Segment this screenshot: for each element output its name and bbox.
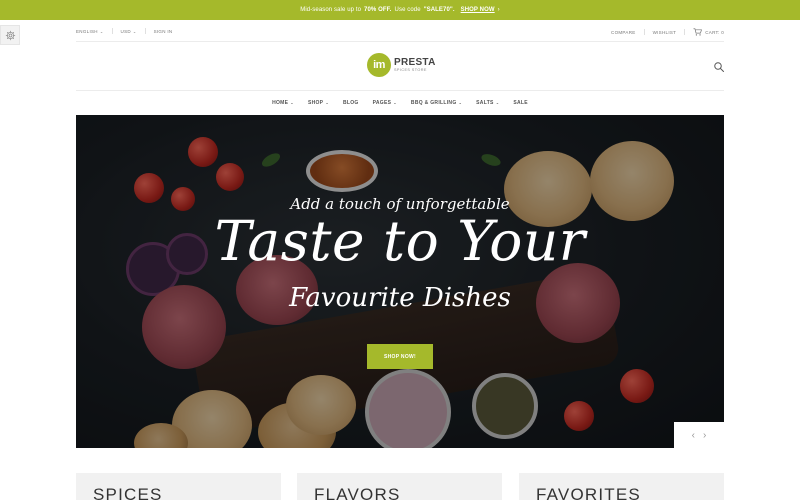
promo-bar: Mid-season sale up to 70% OFF. Use code … bbox=[0, 0, 800, 20]
chevron-down-icon: ⌄ bbox=[495, 100, 500, 105]
nav-item-blog[interactable]: BLOG bbox=[343, 100, 359, 106]
wishlist-link[interactable]: WISHLIST bbox=[653, 30, 677, 35]
gear-icon bbox=[5, 30, 15, 40]
top-utility-bar: ENGLISH ⌄ USD ⌄ SIGN IN COMPARE WISHLIST C… bbox=[76, 20, 724, 42]
logo-tagline: SPICES STORE bbox=[394, 67, 427, 72]
promo-code: "SALE70". bbox=[423, 7, 455, 13]
divider bbox=[144, 28, 146, 34]
chevron-left-icon[interactable]: ‹ bbox=[692, 430, 695, 441]
nav-item-salts[interactable]: SALTS ⌄ bbox=[476, 100, 499, 106]
language-label: ENGLISH bbox=[76, 28, 98, 34]
sign-in-link[interactable]: SIGN IN bbox=[154, 29, 173, 34]
chevron-down-icon: ⌄ bbox=[99, 28, 104, 34]
main-nav: HOME ⌄ SHOP ⌄ BLOG PAGES ⌄ BBQ & GRILLING ⌄ … bbox=[76, 90, 724, 114]
language-selector[interactable]: ENGLISH ⌄ bbox=[76, 29, 104, 34]
hero-subtitle: Favourite Dishes bbox=[289, 283, 511, 313]
chevron-down-icon: ⌄ bbox=[290, 100, 294, 105]
site-logo[interactable]: im PRESTA SPICES STORE bbox=[367, 53, 436, 77]
currency-label: USD bbox=[120, 28, 131, 34]
currency-selector[interactable]: USD ⌄ bbox=[121, 29, 137, 34]
nav-item-pages[interactable]: PAGES ⌄ bbox=[373, 100, 397, 106]
divider bbox=[111, 28, 113, 34]
nav-item-sale[interactable]: SALE bbox=[513, 100, 528, 106]
nav-label: BBQ & GRILLING bbox=[410, 99, 457, 106]
nav-label: PAGES bbox=[372, 99, 392, 106]
chevron-down-icon: ⌄ bbox=[458, 100, 463, 105]
hero-slider: Add a touch of unforgettable Taste to Yo… bbox=[76, 115, 724, 448]
divider bbox=[643, 29, 645, 35]
promo-code-text: Use code bbox=[394, 7, 421, 13]
nav-label: SALE bbox=[513, 99, 528, 106]
category-card-flavors[interactable]: FLAVORS bbox=[297, 473, 502, 500]
hero-overlay bbox=[76, 115, 724, 448]
shop-now-button[interactable]: SHOP NOW! bbox=[367, 344, 433, 369]
chevron-down-icon: ⌄ bbox=[393, 100, 397, 105]
nav-item-bbq-grilling[interactable]: BBQ & GRILLING ⌄ bbox=[411, 100, 462, 106]
nav-item-home[interactable]: HOME ⌄ bbox=[272, 100, 294, 106]
promo-discount: 70% OFF. bbox=[364, 7, 392, 13]
promo-arrow: › bbox=[497, 7, 500, 13]
category-label: FAVORITES bbox=[536, 485, 641, 500]
nav-label: SALTS bbox=[476, 99, 494, 106]
category-label: FLAVORS bbox=[314, 485, 401, 500]
search-icon bbox=[714, 62, 724, 72]
cart-count: CART: 0 bbox=[705, 29, 724, 35]
nav-label: SHOP bbox=[307, 99, 324, 106]
promo-text: Mid-season sale up to bbox=[300, 7, 362, 13]
nav-label: BLOG bbox=[342, 99, 359, 106]
chevron-right-icon[interactable]: › bbox=[703, 430, 706, 441]
logo-name: PRESTA bbox=[394, 56, 436, 68]
compare-link[interactable]: COMPARE bbox=[611, 30, 636, 35]
promo-shop-now-link[interactable]: SHOP NOW bbox=[461, 7, 495, 13]
chevron-down-icon: ⌄ bbox=[325, 100, 329, 105]
cart-link[interactable]: CART: 0 bbox=[693, 28, 724, 36]
nav-item-shop[interactable]: SHOP ⌄ bbox=[308, 100, 329, 106]
logo-mark: im bbox=[367, 53, 391, 77]
hero-title: Taste to Your bbox=[214, 209, 586, 273]
category-card-spices[interactable]: SPICES bbox=[76, 473, 281, 500]
nav-label: HOME bbox=[272, 99, 289, 106]
slider-controls: ‹ › bbox=[674, 422, 724, 448]
settings-toggle[interactable] bbox=[0, 25, 20, 45]
divider bbox=[684, 29, 686, 35]
cart-icon bbox=[693, 28, 703, 36]
chevron-down-icon: ⌄ bbox=[132, 28, 137, 34]
category-card-favorites[interactable]: FAVORITES bbox=[519, 473, 724, 500]
category-label: SPICES bbox=[93, 485, 163, 500]
search-button[interactable] bbox=[713, 60, 725, 72]
